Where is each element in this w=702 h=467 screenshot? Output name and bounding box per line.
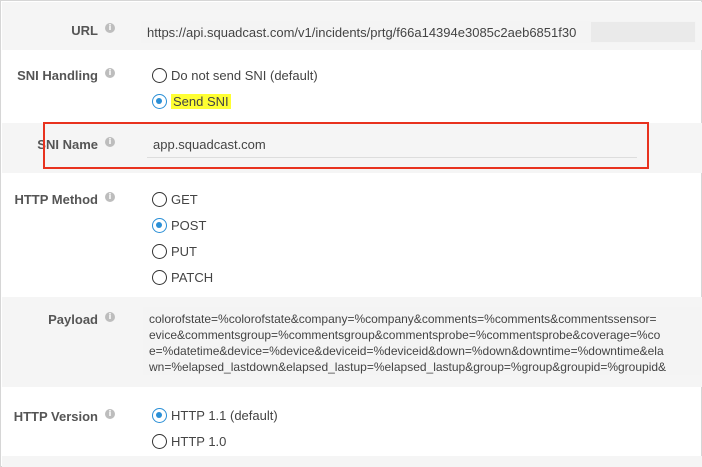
radio-checked-icon[interactable] [152,218,167,233]
http-version-option-1-1-label: HTTP 1.1 (default) [171,408,278,423]
url-label-text: URL [71,23,98,38]
http-method-option-post[interactable]: POST [152,218,206,233]
radio-unchecked-icon[interactable] [152,244,167,259]
settings-panel: URL i https://api.squadcast.com/v1/incid… [0,0,702,467]
http-method-option-patch-label: PATCH [171,270,214,285]
payload-textarea[interactable]: colorofstate=%colorofstate&company=%comp… [143,307,701,375]
sni-option-do-not-send[interactable]: Do not send SNI (default) [152,68,318,83]
http-method-option-put[interactable]: PUT [152,244,197,259]
http-version-option-1-1[interactable]: HTTP 1.1 (default) [152,408,278,423]
radio-checked-icon[interactable] [152,408,167,423]
http-method-label-text: HTTP Method [14,192,98,207]
info-icon[interactable]: i [105,67,115,78]
http-version-label-text: HTTP Version [13,409,98,424]
sni-handling-label-text: SNI Handling [17,68,98,83]
sni-handling-label: SNI Handling i [17,67,115,83]
http-version-option-1-0[interactable]: HTTP 1.0 [152,434,226,449]
radio-unchecked-icon[interactable] [152,192,167,207]
payload-line: evice&commentsgroup=%commentsgroup&comme… [149,328,661,342]
http-method-option-get[interactable]: GET [152,192,198,207]
radio-checked-icon[interactable] [152,94,167,109]
payload-line: e=%datetime&device=%device&deviceid=%dev… [149,344,664,358]
sni-option-send-label: Send SNI [171,94,231,109]
url-value: https://api.squadcast.com/v1/incidents/p… [147,24,577,40]
sni-option-do-not-send-label: Do not send SNI (default) [171,68,318,83]
http-version-label: HTTP Version i [13,408,115,424]
row-background-http-version [2,456,702,467]
http-method-option-post-label: POST [171,218,207,233]
http-method-option-patch[interactable]: PATCH [152,270,213,285]
payload-line: colorofstate=%colorofstate&company=%comp… [149,312,657,326]
radio-unchecked-icon[interactable] [152,434,167,449]
annotation-highlight-box [43,122,649,169]
sni-option-send[interactable]: Send SNI [152,94,231,109]
info-icon[interactable]: i [105,408,115,419]
info-icon[interactable]: i [105,191,115,202]
http-method-label: HTTP Method i [14,191,115,207]
radio-unchecked-icon[interactable] [152,68,167,83]
payload-label-text: Payload [48,312,98,327]
payload-line: wn=%elapsed_lastdown&elapsed_lastup=%ela… [149,360,667,374]
http-method-option-get-label: GET [171,192,198,207]
http-version-option-1-0-label: HTTP 1.0 [171,434,227,449]
url-label: URL i [71,22,115,38]
info-icon[interactable]: i [105,311,115,322]
info-icon[interactable]: i [105,22,115,33]
url-redacted-area [591,22,695,42]
payload-label: Payload i [48,311,115,327]
http-method-option-put-label: PUT [171,244,197,259]
radio-unchecked-icon[interactable] [152,270,167,285]
